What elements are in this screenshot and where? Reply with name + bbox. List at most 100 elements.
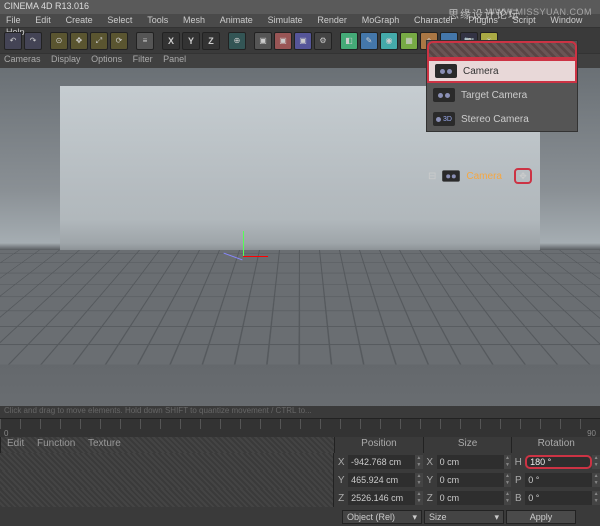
position-z-input[interactable]: 2526.146 cm [348, 491, 415, 505]
object-tag[interactable]: ✥ [514, 168, 532, 184]
spinner[interactable]: ▲▼ [415, 455, 423, 469]
coord-header: Edit Function Texture Position Size Rota… [0, 437, 600, 453]
live-select-button[interactable]: ⊙ [50, 32, 68, 50]
scale-button[interactable]: ⤢ [90, 32, 108, 50]
spinner[interactable]: ▲▼ [592, 455, 600, 469]
status-bar: Click and drag to move elements. Hold do… [0, 406, 600, 418]
render-picture-button[interactable]: ▣ [294, 32, 312, 50]
dropdown-item-target-camera[interactable]: Target Camera [427, 83, 577, 107]
menu-animate[interactable]: Animate [214, 14, 259, 26]
move-button[interactable]: ✥ [70, 32, 88, 50]
dropdown-header [427, 41, 577, 59]
axis-label-z: Z [334, 493, 348, 504]
spinner[interactable]: ▲▼ [504, 455, 512, 469]
menu-create[interactable]: Create [60, 14, 99, 26]
size-mode-select[interactable]: Size▾ [424, 510, 504, 524]
panel-menu[interactable]: Panel [163, 54, 186, 64]
display-menu[interactable]: Display [51, 54, 81, 64]
camera-3d-icon [433, 112, 455, 126]
tab-texture[interactable]: Texture [88, 438, 121, 449]
menu-edit[interactable]: Edit [29, 14, 57, 26]
menu-mograph[interactable]: MoGraph [356, 14, 406, 26]
dropdown-label: Target Camera [461, 90, 527, 101]
undo-button[interactable]: ↶ [4, 32, 22, 50]
size-x-input[interactable]: 0 cm [437, 455, 504, 469]
camera-icon [443, 170, 461, 181]
rotation-b-input[interactable]: 0 ° [525, 491, 592, 505]
rotation-p-input[interactable]: 0 ° [525, 473, 592, 487]
tree-toggle-icon[interactable]: ⊟ [428, 171, 436, 182]
size-label-y: Y [423, 475, 437, 486]
position-x-input[interactable]: -942.768 cm [348, 455, 415, 469]
camera-icon [433, 88, 455, 102]
header-rotation: Rotation [511, 437, 600, 453]
cameras-menu[interactable]: Cameras [4, 54, 41, 64]
axis-label-y: Y [334, 475, 348, 486]
dropdown-label: Camera [463, 66, 499, 77]
spinner[interactable]: ▲▼ [592, 491, 600, 505]
axis-y-button[interactable]: Y [182, 32, 200, 50]
timeline[interactable]: 0 90 [0, 419, 600, 437]
menu-select[interactable]: Select [101, 14, 138, 26]
render-view-button[interactable]: ▣ [254, 32, 272, 50]
menu-render[interactable]: Render [311, 14, 353, 26]
axis-y-icon [243, 231, 244, 256]
menu-tools[interactable]: Tools [141, 14, 174, 26]
axis-x-button[interactable]: X [162, 32, 180, 50]
object-name[interactable]: Camera [466, 171, 502, 182]
history-button[interactable]: ≡ [136, 32, 154, 50]
axis-label-x: X [334, 457, 348, 468]
redo-button[interactable]: ↷ [24, 32, 42, 50]
size-z-input[interactable]: 0 cm [437, 491, 504, 505]
rotation-h-input[interactable]: 180 ° [525, 455, 592, 469]
array-button[interactable]: ▦ [400, 32, 418, 50]
spinner[interactable]: ▲▼ [415, 491, 423, 505]
spinner[interactable]: ▲▼ [415, 473, 423, 487]
spinner[interactable]: ▲▼ [504, 473, 512, 487]
size-label-z: Z [423, 493, 437, 504]
spinner[interactable]: ▲▼ [504, 491, 512, 505]
spinner[interactable]: ▲▼ [592, 473, 600, 487]
floor-grid [0, 250, 600, 365]
dropdown-item-stereo-camera[interactable]: Stereo Camera [427, 107, 577, 131]
dropdown-label: Stereo Camera [461, 114, 529, 125]
size-label-x: X [423, 457, 437, 468]
coord-mode-select[interactable]: Object (Rel)▾ [342, 510, 422, 524]
camera-icon [435, 64, 457, 78]
axis-z-button[interactable]: Z [202, 32, 220, 50]
coord-row-z: Z 2526.146 cm ▲▼ Z 0 cm ▲▼ B 0 ° ▲▼ [0, 489, 600, 507]
apply-button[interactable]: Apply [506, 510, 576, 524]
filter-menu[interactable]: Filter [133, 54, 153, 64]
options-menu[interactable]: Options [91, 54, 122, 64]
coord-system-button[interactable]: ⊕ [228, 32, 246, 50]
object-list-row[interactable]: ⊟ Camera ✥ [428, 166, 578, 186]
rot-label-b: B [511, 493, 525, 504]
camera-dropdown: Camera Target Camera Stereo Camera [426, 40, 578, 132]
axis-x-icon [243, 256, 268, 257]
coord-row-y: Y 465.924 cm ▲▼ Y 0 cm ▲▼ P 0 ° ▲▼ [0, 471, 600, 489]
chevron-down-icon: ▾ [412, 512, 417, 523]
header-size: Size [423, 437, 512, 453]
rot-label-h: H [511, 457, 525, 468]
tab-function[interactable]: Function [37, 438, 75, 449]
coord-row-x: X -942.768 cm ▲▼ X 0 cm ▲▼ H 180 ° ▲▼ [0, 453, 600, 471]
render-region-button[interactable]: ▣ [274, 32, 292, 50]
watermark-url: WWW.MISSYUAN.COM [486, 7, 592, 17]
menu-mesh[interactable]: Mesh [177, 14, 211, 26]
app-title: CINEMA 4D R13.016 [4, 1, 89, 11]
nurbs-button[interactable]: ◉ [380, 32, 398, 50]
axis-gizmo[interactable] [228, 241, 258, 271]
rotate-button[interactable]: ⟳ [110, 32, 128, 50]
size-y-input[interactable]: 0 cm [437, 473, 504, 487]
menu-simulate[interactable]: Simulate [262, 14, 309, 26]
tab-edit[interactable]: Edit [7, 438, 24, 449]
menu-file[interactable]: File [0, 14, 27, 26]
spline-pen-button[interactable]: ✎ [360, 32, 378, 50]
dropdown-item-camera[interactable]: Camera [427, 59, 577, 83]
render-settings-button[interactable]: ⚙ [314, 32, 332, 50]
position-y-input[interactable]: 465.924 cm [348, 473, 415, 487]
rot-label-p: P [511, 475, 525, 486]
crosshair-icon: ✥ [519, 171, 527, 182]
timeline-end: 90 [587, 429, 596, 438]
primitive-cube-button[interactable]: ◧ [340, 32, 358, 50]
